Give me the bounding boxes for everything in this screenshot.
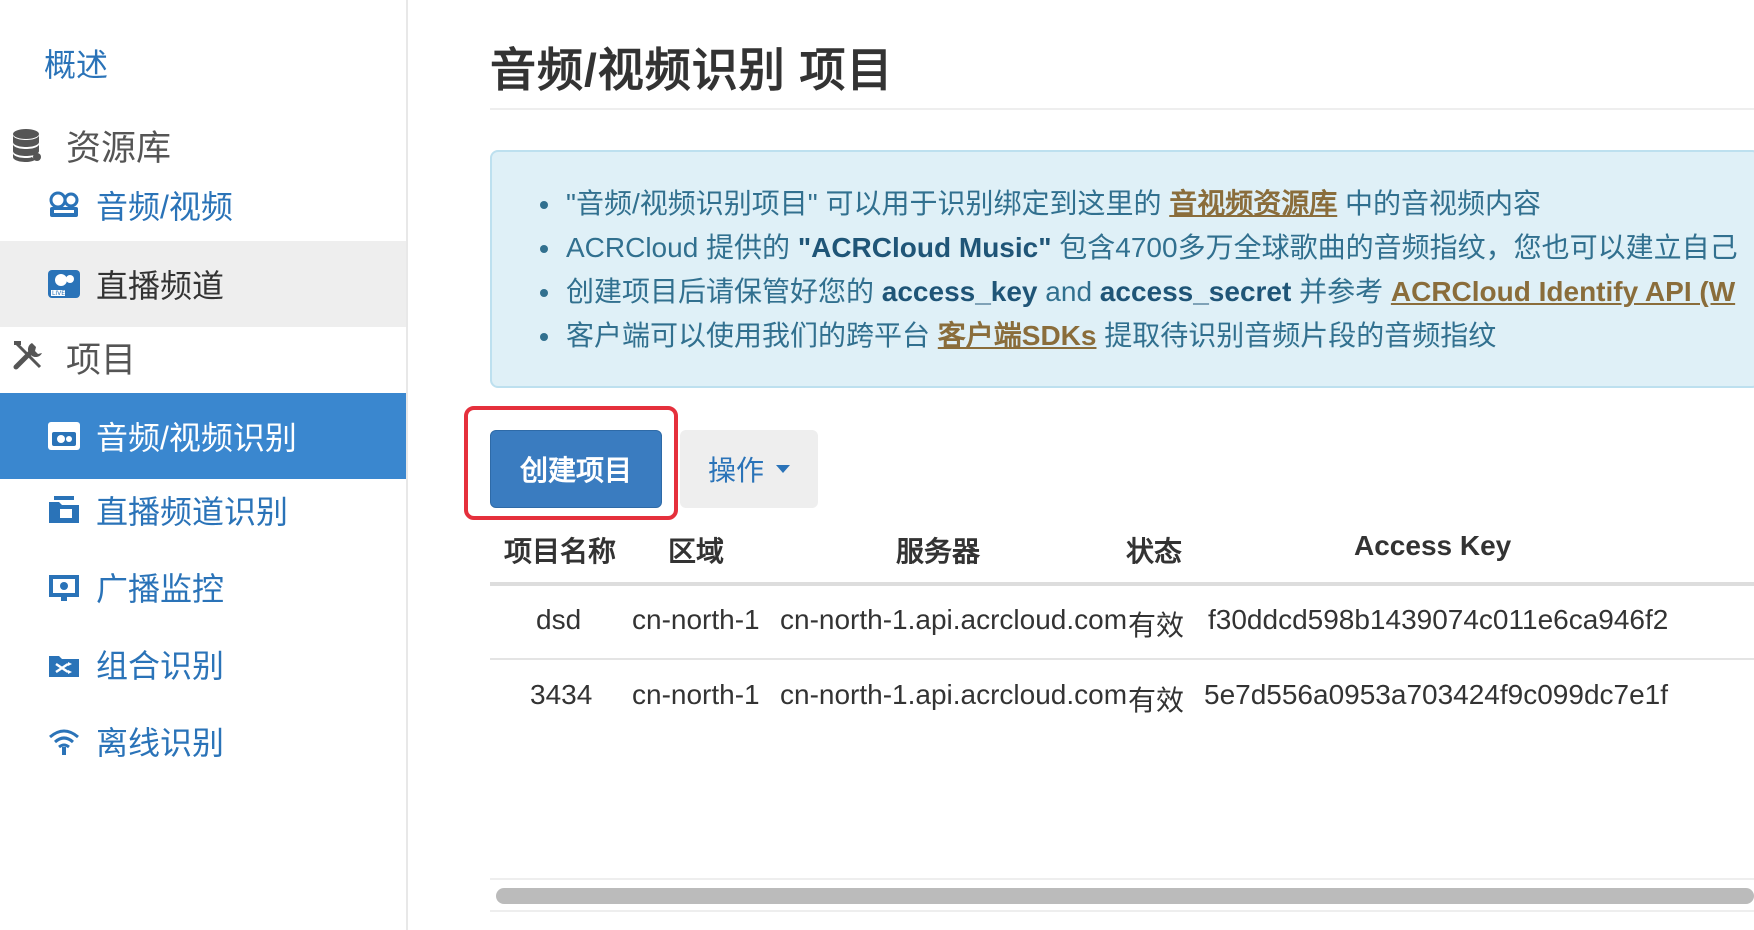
actions-dropdown[interactable]: 操作 bbox=[680, 430, 818, 508]
sidebar-item-label: 离线识别 bbox=[96, 725, 225, 761]
sidebar-item-label: 概述 bbox=[44, 47, 109, 83]
highlight-annotation bbox=[464, 406, 678, 520]
info-text: 提取待识别音频片段的音频指纹 bbox=[1096, 320, 1497, 351]
info-strong: access_key bbox=[881, 276, 1038, 307]
tools-icon bbox=[12, 339, 48, 375]
live-folder-icon bbox=[46, 492, 82, 528]
column-header-status[interactable]: 状态 bbox=[1126, 530, 1182, 570]
caret-down-icon bbox=[776, 465, 790, 473]
shuffle-folder-icon bbox=[46, 646, 82, 682]
info-text: 包含4700多万全球歌曲的音频指纹，您也可以建立自己 bbox=[1051, 232, 1738, 263]
column-header-access-key[interactable]: Access Key bbox=[1354, 530, 1511, 562]
client-sdks-link[interactable]: 客户端SDKs bbox=[938, 320, 1097, 351]
page-title: 音频/视频识别 项目 bbox=[490, 44, 894, 96]
scroll-divider bbox=[490, 910, 1754, 912]
table-row[interactable]: 3434 cn-north-1 cn-north-1.api.acrcloud.… bbox=[490, 661, 1754, 735]
broadcast-monitor-icon bbox=[46, 569, 82, 605]
cell-server: cn-north-1.api.acrcloud.com bbox=[780, 679, 1128, 710]
database-icon bbox=[12, 127, 48, 163]
info-strong: "ACRCloud Music" bbox=[797, 232, 1052, 263]
cell-name: 3434 bbox=[530, 679, 593, 710]
info-item: 创建项目后请保管好您的 access_key and access_secret… bbox=[540, 270, 1738, 314]
table-bottom-divider bbox=[490, 878, 1754, 880]
row-divider bbox=[490, 658, 1754, 660]
identify-api-link[interactable]: ACRCloud Identify API (W bbox=[1391, 276, 1735, 307]
sidebar-item-live-recognition[interactable]: 直播频道识别 bbox=[0, 467, 406, 553]
title-divider bbox=[490, 108, 1754, 110]
horizontal-scrollbar[interactable] bbox=[496, 888, 1754, 904]
info-item: 客户端可以使用我们的跨平台 客户端SDKs 提取待识别音频片段的音频指纹 bbox=[540, 314, 1738, 358]
info-text: ACRCloud 提供的 bbox=[566, 232, 798, 263]
actions-label: 操作 bbox=[707, 455, 764, 486]
sidebar-item-overview[interactable]: 概述 bbox=[0, 20, 406, 106]
cell-access-key: 5e7d556a0953a703424f9c099dc7e1f bbox=[1204, 679, 1669, 710]
cell-name: dsd bbox=[536, 604, 582, 635]
column-header-server[interactable]: 服务器 bbox=[896, 530, 980, 570]
sidebar-item-label: 组合识别 bbox=[96, 648, 225, 684]
film-reel-icon bbox=[46, 187, 82, 223]
info-text: and bbox=[1037, 276, 1100, 307]
info-alert: "音频/视频识别项目" 可以用于识别绑定到这里的 音视频资源库 中的音视频内容 … bbox=[490, 150, 1754, 388]
table-row[interactable]: dsd cn-north-1 cn-north-1.api.acrcloud.c… bbox=[490, 586, 1754, 660]
info-list: "音频/视频识别项目" 可以用于识别绑定到这里的 音视频资源库 中的音视频内容 … bbox=[540, 182, 1738, 358]
info-text: "音频/视频识别项目" 可以用于识别绑定到这里的 bbox=[566, 188, 1170, 219]
sidebar-item-label: 音频/视频 bbox=[96, 189, 233, 225]
sidebar-item-label: 音频/视频识别 bbox=[96, 420, 297, 456]
cell-status: 有效 bbox=[1128, 685, 1185, 716]
info-text: 创建项目后请保管好您的 bbox=[566, 276, 882, 307]
svg-text:LIVE: LIVE bbox=[52, 290, 65, 297]
sidebar-item-offline-recognition[interactable]: 离线识别 bbox=[0, 698, 406, 784]
live-camera-icon: LIVE bbox=[46, 266, 82, 302]
info-text: 并参考 bbox=[1291, 276, 1391, 307]
info-text: 中的音视频内容 bbox=[1337, 188, 1542, 219]
info-text: 客户端可以使用我们的跨平台 bbox=[566, 320, 938, 351]
sidebar-item-broadcast-monitor[interactable]: 广播监控 bbox=[0, 544, 406, 630]
sidebar-item-label: 直播频道识别 bbox=[96, 494, 289, 530]
main-content: 音频/视频识别 项目 "音频/视频识别项目" 可以用于识别绑定到这里的 音视频资… bbox=[464, 0, 1754, 930]
sidebar-item-label: 广播监控 bbox=[96, 571, 225, 607]
audio-video-folder-icon bbox=[46, 418, 82, 454]
cell-access-key: f30ddcd598b1439074c011e6ca946f2 bbox=[1208, 604, 1669, 635]
cell-status: 有效 bbox=[1128, 610, 1185, 641]
sidebar-item-combined-recognition[interactable]: 组合识别 bbox=[0, 621, 406, 707]
sidebar-item-audio-video[interactable]: 音频/视频 bbox=[0, 162, 406, 248]
sidebar: 概述 资源库 音频/视频 LIVE 直播频道 项目 音频/视频识别 直播频道识别… bbox=[0, 0, 408, 930]
info-item: ACRCloud 提供的 "ACRCloud Music" 包含4700多万全球… bbox=[540, 226, 1738, 270]
column-header-name[interactable]: 项目名称 bbox=[504, 530, 616, 570]
offline-wifi-icon bbox=[46, 723, 82, 759]
cell-server: cn-north-1.api.acrcloud.com bbox=[780, 604, 1128, 635]
sidebar-section-projects: 项目 bbox=[0, 314, 406, 400]
info-strong: access_secret bbox=[1099, 276, 1292, 307]
audio-video-library-link[interactable]: 音视频资源库 bbox=[1169, 188, 1337, 219]
sidebar-item-label: 直播频道 bbox=[96, 268, 225, 304]
sidebar-section-label: 项目 bbox=[66, 340, 137, 380]
column-header-region[interactable]: 区域 bbox=[668, 530, 724, 570]
info-item: "音频/视频识别项目" 可以用于识别绑定到这里的 音视频资源库 中的音视频内容 bbox=[540, 182, 1738, 226]
cell-region: cn-north-1 bbox=[632, 679, 760, 710]
cell-region: cn-north-1 bbox=[632, 604, 760, 635]
